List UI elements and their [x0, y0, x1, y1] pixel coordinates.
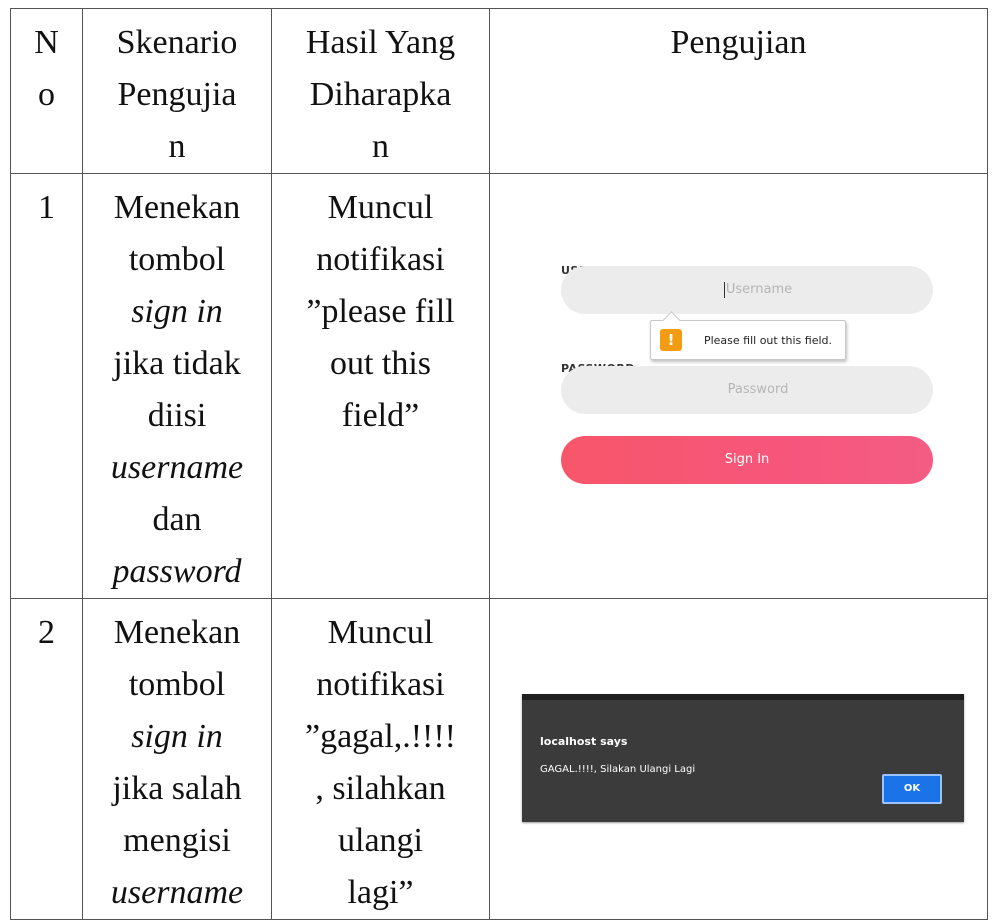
login-form-screenshot: USERNAME Username PASSWORD Password ! Pl…	[490, 174, 987, 589]
skenario-line: sign in	[131, 293, 223, 330]
skenario-line: Menekan	[113, 189, 241, 226]
username-input[interactable]: Username	[561, 266, 933, 314]
skenario-line: password	[112, 553, 242, 590]
skenario-line: mengisi	[123, 822, 231, 859]
cell-skenario: Menekan tombol sign in jika tidak diisi …	[82, 173, 272, 599]
header-pengujian: Pengujian	[489, 8, 988, 174]
hasil-line: notifikasi	[316, 241, 445, 278]
skenario-line: sign in	[131, 718, 223, 755]
alert-dialog: localhost says GAGAL.!!!!, Silakan Ulang…	[522, 694, 964, 822]
header-text: Pengujia	[117, 76, 237, 113]
cell-hasil: Muncul notifikasi ”gagal,.!!!! , silahka…	[271, 598, 490, 920]
header-text: Hasil Yang	[305, 24, 456, 61]
validation-tooltip: ! Please fill out this field.	[650, 311, 846, 360]
test-table: N o Skenario Pengujia n Hasil Yang Dihar…	[10, 8, 988, 920]
skenario-line: Menekan	[113, 614, 241, 651]
hasil-line: Muncul	[327, 614, 434, 651]
skenario-line: dan	[152, 501, 202, 538]
header-text: Skenario	[116, 24, 238, 61]
skenario-line: tombol	[128, 666, 226, 703]
password-placeholder: Password	[727, 382, 789, 397]
header-hasil: Hasil Yang Diharapka n	[271, 8, 490, 174]
skenario-line: tombol	[128, 241, 226, 278]
text-caret	[723, 281, 725, 298]
table-row: 1 Menekan tombol sign in jika tidak diis…	[10, 173, 988, 599]
dialog-message: GAGAL.!!!!, Silakan Ulangi Lagi	[540, 764, 696, 775]
hasil-line: Muncul	[327, 189, 434, 226]
sign-in-button[interactable]: Sign In	[561, 436, 933, 484]
hasil-line: ulangi	[338, 822, 423, 859]
row-number: 2	[38, 614, 55, 651]
cell-pengujian: localhost says GAGAL.!!!!, Silakan Ulang…	[489, 598, 988, 920]
ok-button[interactable]: OK	[882, 774, 942, 804]
cell-skenario: Menekan tombol sign in jika salah mengis…	[82, 598, 272, 920]
header-skenario: Skenario Pengujia n	[82, 8, 272, 174]
header-text: n	[168, 128, 186, 165]
header-text: Diharapka	[309, 76, 452, 113]
hasil-line: notifikasi	[316, 666, 445, 703]
password-input[interactable]: Password	[561, 366, 933, 414]
header-no: N o	[10, 8, 83, 174]
warning-icon: !	[660, 329, 682, 351]
hasil-line: ”please fill	[306, 293, 455, 330]
table-row: 2 Menekan tombol sign in jika salah meng…	[10, 598, 988, 920]
skenario-line: username	[110, 449, 244, 486]
tooltip-text: Please fill out this field.	[703, 334, 833, 347]
cell-no: 2	[10, 598, 83, 920]
cell-hasil: Muncul notifikasi ”please fill out this …	[271, 173, 490, 599]
hasil-line: lagi”	[347, 874, 414, 911]
cell-no: 1	[10, 173, 83, 599]
hasil-line: , silahkan	[315, 770, 446, 807]
row-number: 1	[38, 189, 55, 226]
hasil-line: out this	[329, 345, 432, 382]
skenario-line: jika salah	[112, 770, 242, 807]
table-header-row: N o Skenario Pengujia n Hasil Yang Dihar…	[10, 8, 988, 174]
alert-dialog-screenshot: localhost says GAGAL.!!!!, Silakan Ulang…	[490, 599, 987, 919]
header-text: Pengujian	[670, 24, 807, 61]
skenario-line: jika tidak	[113, 345, 241, 382]
tooltip-arrow	[662, 311, 681, 330]
skenario-line: diisi	[147, 397, 207, 434]
header-text: n	[372, 128, 389, 165]
header-text: o	[38, 76, 55, 113]
skenario-line: username	[110, 874, 244, 911]
hasil-line: field”	[341, 397, 420, 434]
header-text: N	[34, 24, 59, 61]
hasil-line: ”gagal,.!!!!	[304, 718, 456, 755]
username-placeholder: Username	[725, 282, 793, 297]
cell-pengujian: USERNAME Username PASSWORD Password ! Pl…	[489, 173, 988, 599]
